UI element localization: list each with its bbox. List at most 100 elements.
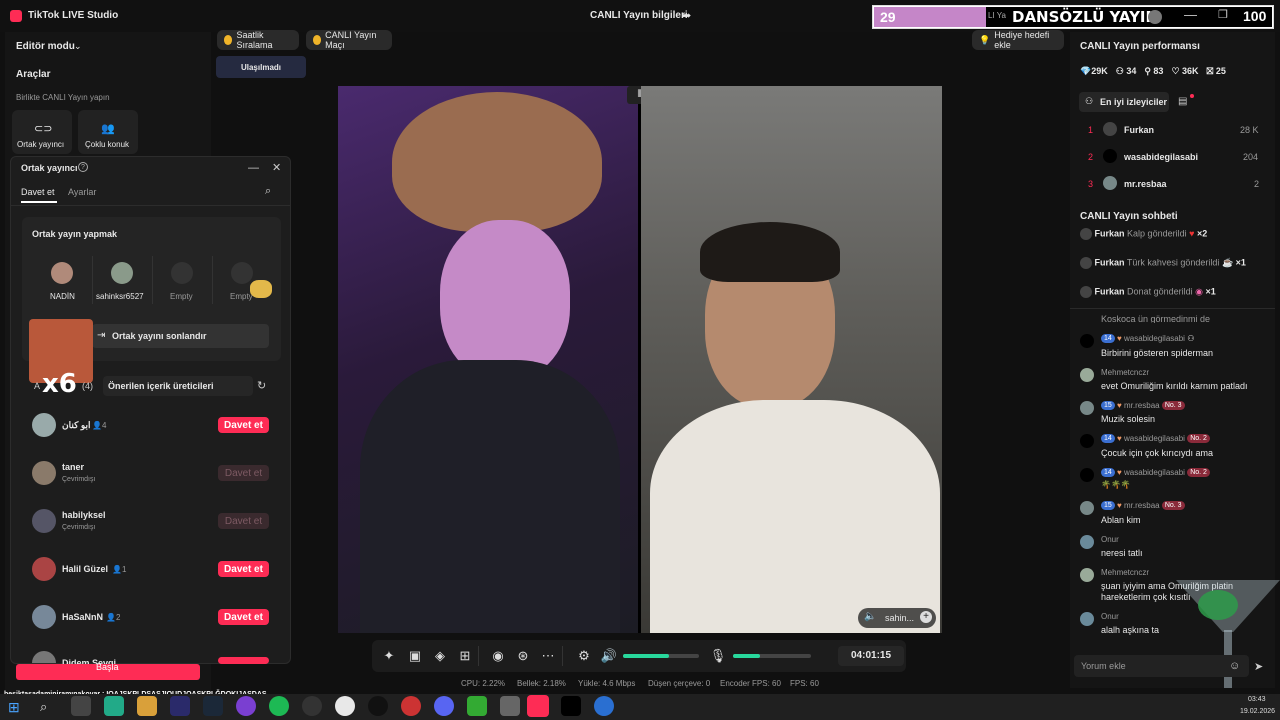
app-icon[interactable] [500,696,520,716]
invite-button[interactable]: Davet et [218,417,269,433]
help-icon[interactable]: ? [78,162,88,172]
app-icon[interactable] [302,696,322,716]
copilot-icon[interactable] [104,696,124,716]
chrome-icon[interactable] [335,696,355,716]
app-icon[interactable] [594,696,614,716]
add-icon[interactable]: + [920,611,932,623]
diamond-icon: 💎29K [1080,66,1108,76]
chat-user: Onur [1101,612,1119,621]
volume-slider[interactable] [623,654,699,658]
tab-invite[interactable]: Davet et [21,187,55,197]
chat-avatar [1080,334,1094,348]
volume-icon[interactable]: 🔊 [597,644,621,668]
obs-icon[interactable] [368,696,388,716]
user-name: taner [62,462,85,472]
emoji-icon[interactable]: ☺ [1229,660,1240,672]
viewer-score: 2 [1254,179,1260,189]
slot-avatar[interactable] [111,262,133,284]
stream-info-title[interactable]: CANLI Yayın bilgileri [590,10,688,21]
viewer-name: Furkan [1124,125,1155,135]
invite-button[interactable]: Davet et [218,609,269,625]
shirt [360,360,620,633]
search-icon[interactable]: ⌕ [265,185,271,198]
steam-icon[interactable] [203,696,223,716]
tab-active-underline [21,201,57,203]
app-icon[interactable] [236,696,256,716]
invite-button[interactable]: Davet et [218,561,269,577]
send-icon[interactable]: ➤ [1254,660,1263,673]
magic-wand-icon[interactable]: ✦ [377,644,401,668]
user-icon: ⚇ [1085,96,1094,106]
list-count: (4) [82,381,93,391]
divider [152,256,153,304]
viewer-name: mr.resbaa [1124,179,1167,189]
close-icon[interactable]: ✕ [272,161,281,174]
gift-goal-label: Hediye hedefi ekle [994,30,1050,50]
hourly-ranking-pill[interactable]: Saatlik Sıralama [217,30,299,50]
live-timer: 04:01:15 [851,650,892,661]
chat-title: CANLI Yayın sohbeti [1080,211,1178,222]
store-icon[interactable] [170,696,190,716]
more-icon[interactable]: ⋯ [536,644,560,668]
chevron-down-icon: ⌄ [74,41,82,51]
user-status: Çevrimdışı [62,524,96,531]
hoodie [650,400,940,633]
mic-icon[interactable]: 🎙 [706,644,730,668]
cpu-stat: CPU: 2.22% [461,679,506,688]
chat-text: 🌴🌴🌴 [1101,480,1131,489]
bulb-icon: 💡 [979,34,991,45]
task-view-icon[interactable] [71,696,91,716]
taskbar [0,694,1280,720]
tiktok-icon[interactable] [561,696,581,716]
invite-button-disabled: Davet et [218,513,269,529]
coffee-gift-icon: ☕ [1221,257,1234,268]
sticker-text: x6 [42,369,77,399]
minimize-panel-icon[interactable]: — [248,162,259,174]
add-source-icon[interactable]: ⊞ [453,644,477,668]
heart-icon: ♡ 36K [1171,66,1199,76]
share-icon[interactable]: ➦ [682,9,691,22]
tiktok-logo-icon [10,10,22,22]
tiktok-live-studio-icon[interactable] [527,695,549,717]
settings-sliders-icon[interactable]: ⚙ [572,644,596,668]
metrics-row: 💎29K ⚇ 34 ⚲ 83 ♡ 36K ⛝ 25 [1080,66,1226,77]
refresh-icon[interactable]: ↻ [257,379,266,392]
editor-mode-dropdown[interactable]: Editör modu [16,41,75,52]
donut-gift-icon: ◉ [1195,286,1203,297]
record-icon[interactable]: ◉ [486,644,510,668]
tab-settings[interactable]: Ayarlar [68,187,96,197]
list-icon[interactable]: ▤ [1178,96,1187,107]
discord-icon[interactable] [434,696,454,716]
start-live-label: Başla [96,662,119,672]
live-match-pill[interactable]: CANLI Yayın Maçı [306,30,392,50]
viewer-score: 204 [1243,152,1259,162]
invite-button[interactable] [218,657,269,664]
chat-text: Çocuk için çok kırıcıydı ama [1101,448,1214,458]
gift-row: Furkan Kalp gönderildi ♥ ×2 [1080,228,1250,242]
speaker-icon[interactable]: 🔈 [864,611,876,622]
fps-stat: FPS: 60 [790,679,819,688]
maximize-icon[interactable]: ❐ [1218,8,1228,21]
file-explorer-icon[interactable] [137,696,157,716]
empty-slot-icon[interactable] [231,262,253,284]
face [440,220,570,380]
empty-slot-icon[interactable] [171,262,193,284]
screen-icon[interactable]: ▣ [403,644,427,668]
mic-slider[interactable] [733,654,811,658]
user-avatar [32,461,56,485]
taskbar-search-icon[interactable]: ⌕ [40,699,47,715]
user-name: HaSaNnN [62,612,104,622]
windows-start-icon[interactable]: ⊞ [8,699,20,716]
effects-icon[interactable]: ◈ [428,644,452,668]
app-icon[interactable] [401,696,421,716]
mem-stat: Bellek: 2.18% [517,679,566,688]
suggest-label: Önerilen içerik üreticileri [108,381,214,391]
app-icon[interactable] [467,696,487,716]
capture-icon[interactable]: ⊛ [511,644,535,668]
slot-avatar[interactable] [51,262,73,284]
link-icon: ⊂⊃ [34,123,53,135]
spotify-icon[interactable] [269,696,289,716]
gift-icon: ⛝ 25 [1206,66,1226,76]
gift-goal-pill[interactable]: 💡 Hediye hedefi ekle [972,30,1064,50]
minimize-icon[interactable]: — [1184,7,1197,22]
